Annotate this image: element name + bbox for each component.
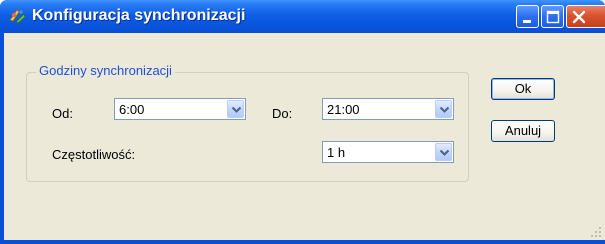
ok-button[interactable]: Ok [491, 78, 555, 100]
to-select[interactable]: 21:00 [322, 98, 454, 120]
minimize-icon [523, 20, 531, 23]
window-title: Konfiguracja synchronizacji [32, 7, 246, 24]
to-value: 21:00 [327, 102, 360, 117]
to-dropdown-button[interactable] [435, 100, 452, 118]
from-select[interactable]: 6:00 [114, 98, 246, 120]
close-icon [572, 10, 586, 24]
frequency-value: 1 h [327, 145, 346, 160]
app-icon [9, 9, 26, 24]
frequency-select[interactable]: 1 h [322, 141, 454, 163]
sync-hours-group [26, 72, 469, 182]
chevron-down-icon [231, 106, 242, 113]
window-bottom-border [0, 240, 605, 244]
minimize-button[interactable] [516, 5, 539, 28]
title-bar[interactable]: Konfiguracja synchronizacji [0, 0, 605, 33]
cancel-button[interactable]: Anuluj [491, 120, 555, 142]
chevron-down-icon [439, 149, 450, 156]
from-dropdown-button[interactable] [227, 100, 244, 118]
close-button[interactable] [566, 5, 605, 28]
frequency-dropdown-button[interactable] [435, 143, 452, 161]
maximize-icon [546, 10, 560, 24]
resize-grip-icon[interactable] [590, 226, 602, 238]
from-value: 6:00 [119, 102, 145, 117]
chevron-down-icon [439, 106, 450, 113]
to-label: Do: [272, 106, 293, 121]
dialog-window: Konfiguracja synchronizacji Godziny sync… [0, 0, 605, 244]
group-legend: Godziny synchronizacji [36, 63, 175, 78]
frequency-label: Częstotliwość: [52, 147, 136, 162]
from-label: Od: [52, 106, 73, 121]
maximize-button[interactable] [541, 5, 564, 28]
